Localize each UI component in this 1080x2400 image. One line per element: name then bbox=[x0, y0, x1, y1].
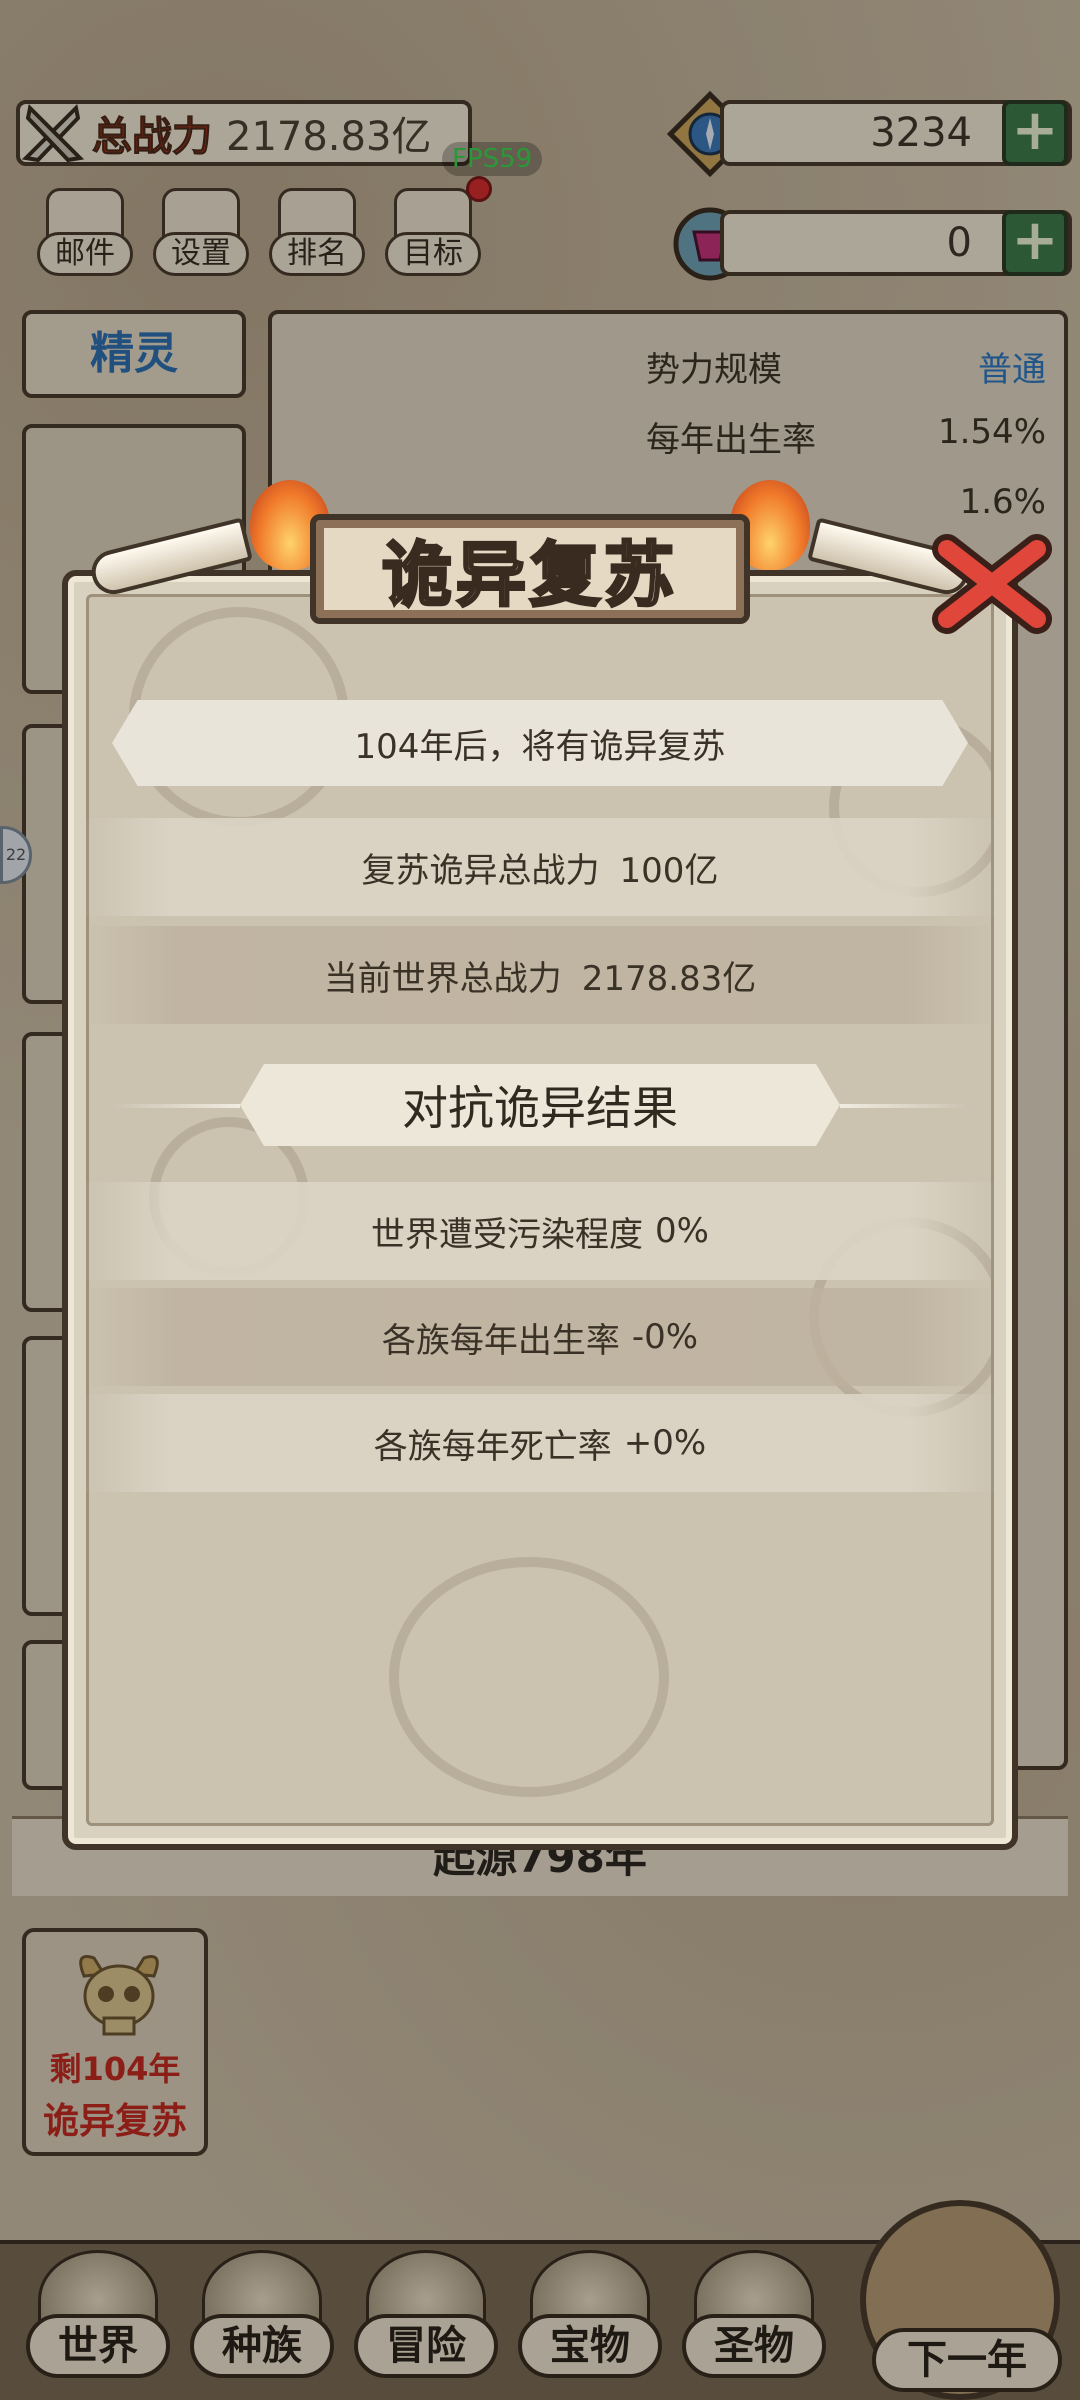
title-plate: 诡异复苏 bbox=[310, 514, 750, 624]
section-divider-left bbox=[110, 1104, 240, 1108]
stat-value: 2178.83亿 bbox=[581, 958, 757, 999]
stat-label: 当前世界总战力 bbox=[323, 958, 562, 999]
result-row: 各族每年出生率 -0% bbox=[82, 1288, 998, 1386]
stat-row: 复苏诡异总战力 100亿 bbox=[82, 818, 998, 916]
section-title: 对抗诡异结果 bbox=[240, 1064, 840, 1146]
result-label: 各族每年出生率 bbox=[381, 1320, 620, 1361]
result-row: 各族每年死亡率 +0% bbox=[82, 1394, 998, 1492]
section-divider-right bbox=[840, 1104, 970, 1108]
stat-row: 当前世界总战力 2178.83亿 bbox=[82, 926, 998, 1024]
close-icon bbox=[932, 534, 1052, 634]
stat-value: 100亿 bbox=[619, 850, 719, 891]
result-label: 各族每年死亡率 bbox=[373, 1426, 612, 1467]
result-value: -0% bbox=[631, 1317, 699, 1357]
stat-label: 复苏诡异总战力 bbox=[361, 850, 600, 891]
revival-countdown-banner: 104年后，将有诡异复苏 bbox=[112, 700, 968, 786]
result-label: 世界遭受污染程度 bbox=[371, 1214, 644, 1255]
close-button[interactable] bbox=[922, 524, 1062, 644]
dialog-title: 诡异复苏 bbox=[381, 532, 678, 617]
result-row: 世界遭受污染程度 0% bbox=[82, 1182, 998, 1280]
result-value: 0% bbox=[655, 1211, 709, 1251]
dialog-title-banner: 诡异复苏 bbox=[87, 480, 973, 630]
result-value: +0% bbox=[623, 1423, 707, 1463]
